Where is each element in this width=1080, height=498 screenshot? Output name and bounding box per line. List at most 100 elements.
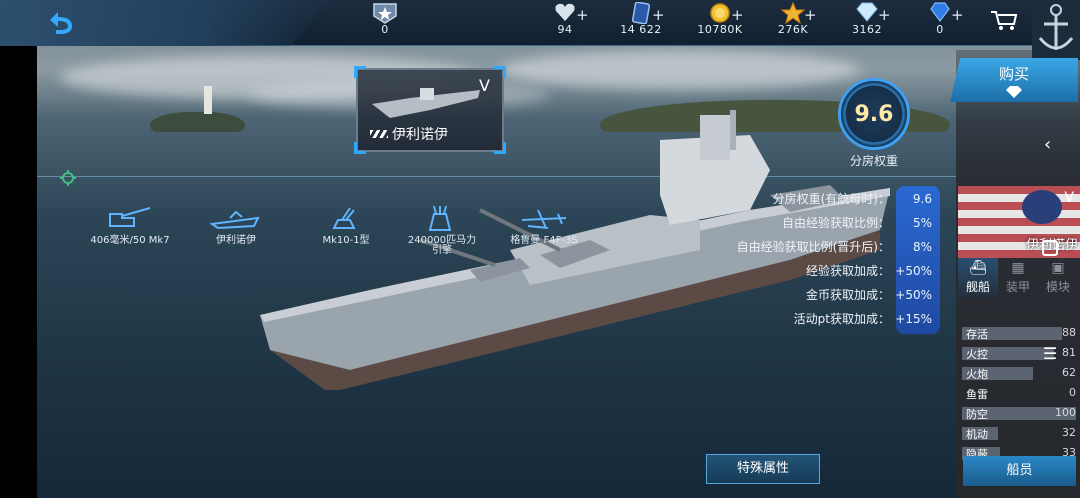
bonus-label: 金币获取加成：	[805, 288, 890, 302]
shopping-cart-icon	[991, 11, 1018, 30]
cards-value: 14 622	[620, 23, 662, 36]
equipment-label: 406毫米/50 Mk7	[90, 235, 170, 246]
buy-button[interactable]: 购买	[950, 58, 1078, 102]
add-stars-plus-icon[interactable]: +	[804, 6, 817, 24]
add-gold-plus-icon[interactable]: +	[731, 6, 744, 24]
stat-name: 火控	[966, 348, 988, 361]
equipment-label: 伊利诺伊	[216, 235, 256, 246]
stat-value: 32	[1062, 426, 1076, 439]
equipment-label: 格鲁曼 F4F-3S	[510, 235, 578, 246]
lighthouse	[204, 86, 212, 114]
stat-value: 100	[1055, 406, 1076, 419]
resource-cards[interactable]: +14 622	[596, 0, 686, 46]
equipment-label: 240000匹马力 引擎	[407, 235, 477, 256]
frame-corner	[494, 66, 506, 78]
tab-2[interactable]: ▣ 模块	[1038, 258, 1078, 298]
ship-tab-icon: ⛴	[969, 260, 987, 276]
bonus-label: 活动pt获取加成：	[793, 312, 890, 326]
resource-rank[interactable]: 0	[340, 0, 430, 46]
diamond-icon	[1006, 86, 1022, 98]
buy-label: 购买	[998, 65, 1029, 83]
tab-label: 舰船	[965, 280, 990, 294]
stat-name: 鱼雷	[966, 388, 988, 401]
equipment-slot[interactable]: 伊利诺伊	[196, 204, 276, 246]
gems-value: 0	[936, 23, 944, 36]
frame-corner	[354, 66, 366, 78]
bonus-label: 经验获取加成：	[805, 264, 890, 278]
selected-ship-card[interactable]: V 伊利诺伊	[354, 66, 506, 154]
ship-hull-icon	[196, 204, 276, 236]
stat-list: 存活 88 火控 81 火炮 62 鱼雷 0 防空 100 机动 32 隐蔽 33	[962, 324, 1080, 464]
add-stamina-plus-icon[interactable]: +	[576, 6, 589, 24]
ship-tier: V	[479, 76, 490, 95]
ship-name: 伊利诺伊	[392, 127, 448, 143]
square-icon[interactable]	[1042, 240, 1058, 256]
module-tab-icon: ▣	[1051, 260, 1065, 276]
stat-name: 防空	[966, 408, 988, 421]
rank-value: 0	[381, 23, 389, 36]
stat-name: 存活	[966, 328, 988, 341]
stat-row: 存活 88	[962, 324, 1080, 344]
stat-row: 防空 100	[962, 404, 1080, 424]
target-icon[interactable]	[60, 170, 76, 186]
stat-row: 鱼雷 0	[962, 384, 1080, 404]
us-flag-canton	[1022, 190, 1062, 224]
cloud	[500, 50, 860, 90]
bonus-label: 自由经验获取比例：	[781, 216, 890, 230]
stat-row: 机动 32	[962, 424, 1080, 444]
bonus-value: 8%	[912, 240, 932, 254]
anti-air-gun-icon	[306, 204, 386, 236]
ship-thumbnail-icon	[372, 88, 480, 118]
stat-row: 火控 81	[962, 344, 1080, 364]
gun-turret-icon	[90, 204, 170, 236]
add-gems-plus-icon[interactable]: +	[951, 6, 964, 24]
tab-0[interactable]: ⛴ 舰船	[958, 258, 998, 298]
stat-name: 火炮	[966, 368, 988, 381]
bonus-value: +15%	[895, 312, 932, 326]
add-cards-plus-icon[interactable]: +	[652, 6, 665, 24]
tab-label: 模块	[1045, 280, 1070, 294]
special-attributes-button[interactable]: 特殊属性	[706, 454, 820, 484]
nation-stripe-icon	[370, 130, 388, 138]
equipment-label: Mk10-1型	[322, 235, 370, 246]
bonus-value: +50%	[895, 288, 932, 302]
add-diamonds-plus-icon[interactable]: +	[878, 6, 891, 24]
tab-1[interactable]: ▦ 装甲	[998, 258, 1038, 298]
rating-label: 分房权重	[850, 154, 899, 168]
resource-gems[interactable]: +0	[895, 0, 985, 46]
frame-corner	[494, 142, 506, 154]
rating-value: 9.6	[854, 101, 894, 127]
game-screen: 0 +94 +14 622 +10780K +276K +3162 +0 V 伊利诺伊	[0, 0, 1080, 498]
anchor-icon	[1038, 4, 1074, 50]
frame-corner	[354, 142, 366, 154]
bonus-label: 分房权重(有航母时)：	[772, 192, 890, 206]
stat-value: 0	[1069, 386, 1076, 399]
matchmaking-rating: 9.6	[838, 78, 910, 150]
equipment-slot[interactable]: 406毫米/50 Mk7	[90, 204, 170, 246]
stat-name: 机动	[966, 428, 988, 441]
crew-button[interactable]: 船员	[963, 456, 1076, 486]
equipment-slot[interactable]: Mk10-1型	[306, 204, 386, 246]
portrait-tier: V	[1064, 190, 1074, 206]
menu-icon[interactable]: ☰	[1043, 344, 1057, 363]
bonus-label: 自由经验获取比例(晋升后)：	[736, 240, 890, 254]
equipment-slot[interactable]: 格鲁曼 F4F-3S	[504, 204, 584, 246]
seaplane-icon	[504, 204, 584, 236]
engine-icon	[402, 204, 482, 236]
collapse-panel-chevron-icon[interactable]: ‹	[1044, 134, 1051, 155]
equipment-slot[interactable]: 240000匹马力 引擎	[402, 204, 482, 256]
bonus-row: 金币获取加成： +50%	[806, 286, 932, 303]
ship-portrait-card[interactable]: V 伊利诺伊	[958, 186, 1080, 258]
bonus-value: 5%	[912, 216, 932, 230]
detail-tabs: ⛴ 舰船 ▦ 装甲 ▣ 模块	[958, 258, 1080, 298]
tab-label: 装甲	[1005, 280, 1030, 294]
bonus-row: 自由经验获取比例： 5%	[782, 214, 932, 231]
stat-value: 62	[1062, 366, 1076, 379]
bonus-row: 活动pt获取加成： +15%	[794, 310, 932, 327]
bonus-value: 9.6	[912, 192, 932, 206]
armor-tab-icon: ▦	[1011, 260, 1025, 276]
screen-edge	[0, 0, 37, 498]
shop-cart-button[interactable]	[990, 10, 1018, 36]
port-anchor-button[interactable]	[1032, 0, 1080, 60]
stat-row: 火炮 62	[962, 364, 1080, 384]
